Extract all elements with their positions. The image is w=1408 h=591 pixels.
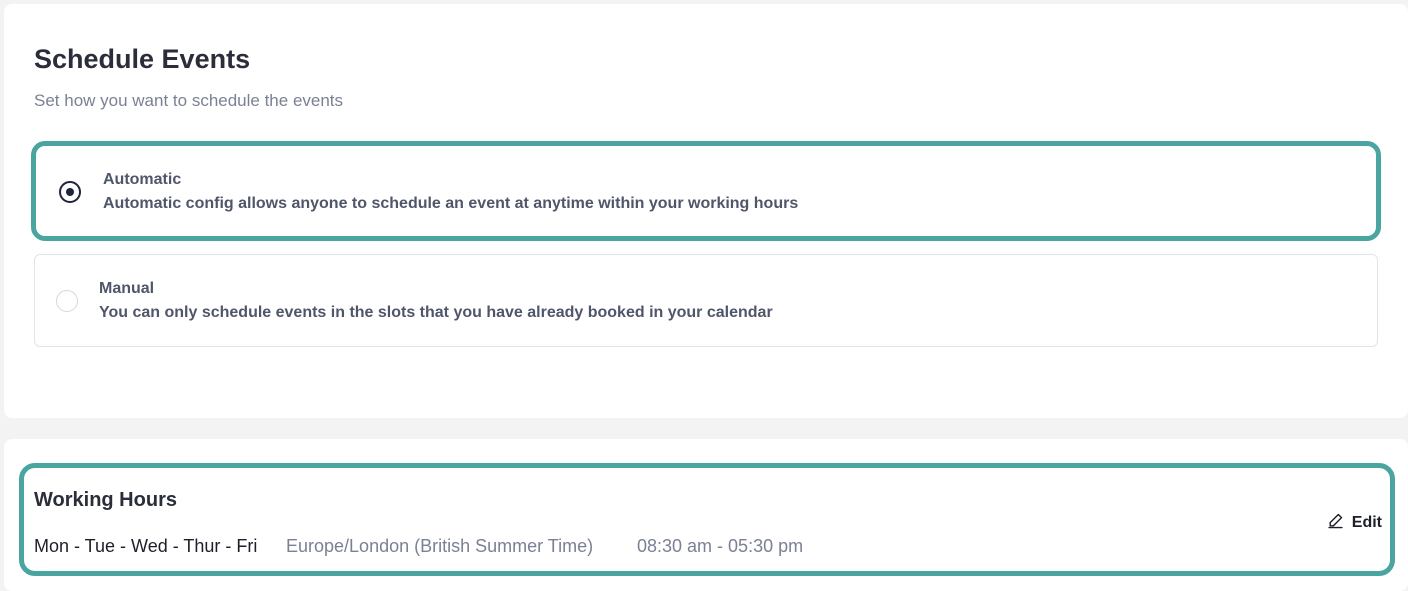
radio-selected-icon[interactable] bbox=[59, 181, 81, 203]
page-subtitle: Set how you want to schedule the events bbox=[34, 91, 344, 110]
option-automatic[interactable]: Automatic Automatic config allows anyone… bbox=[31, 141, 1381, 241]
working-hours-title: Working Hours bbox=[34, 489, 177, 511]
working-hours-box: Working Hours Mon - Tue - Wed - Thur - F… bbox=[19, 463, 1395, 576]
edit-button[interactable]: Edit bbox=[1327, 512, 1382, 534]
option-label: Manual bbox=[99, 280, 155, 297]
option-manual[interactable]: Manual You can only schedule events in t… bbox=[34, 254, 1378, 347]
option-label: Automatic bbox=[103, 171, 182, 188]
schedule-events-card: Schedule Events Set how you want to sche… bbox=[4, 4, 1408, 418]
option-description: Automatic config allows anyone to schedu… bbox=[103, 195, 799, 212]
working-hours-card: Working Hours Mon - Tue - Wed - Thur - F… bbox=[4, 439, 1408, 591]
radio-unselected-icon[interactable] bbox=[56, 290, 78, 312]
time-range: 08:30 am - 05:30 pm bbox=[637, 536, 804, 556]
working-days: Mon - Tue - Wed - Thur - Fri bbox=[34, 536, 258, 556]
pencil-icon bbox=[1327, 512, 1344, 534]
page-title: Schedule Events bbox=[34, 44, 251, 74]
option-description: You can only schedule events in the slot… bbox=[99, 304, 773, 321]
edit-label: Edit bbox=[1351, 514, 1382, 531]
timezone: Europe/London (British Summer Time) bbox=[286, 536, 594, 556]
